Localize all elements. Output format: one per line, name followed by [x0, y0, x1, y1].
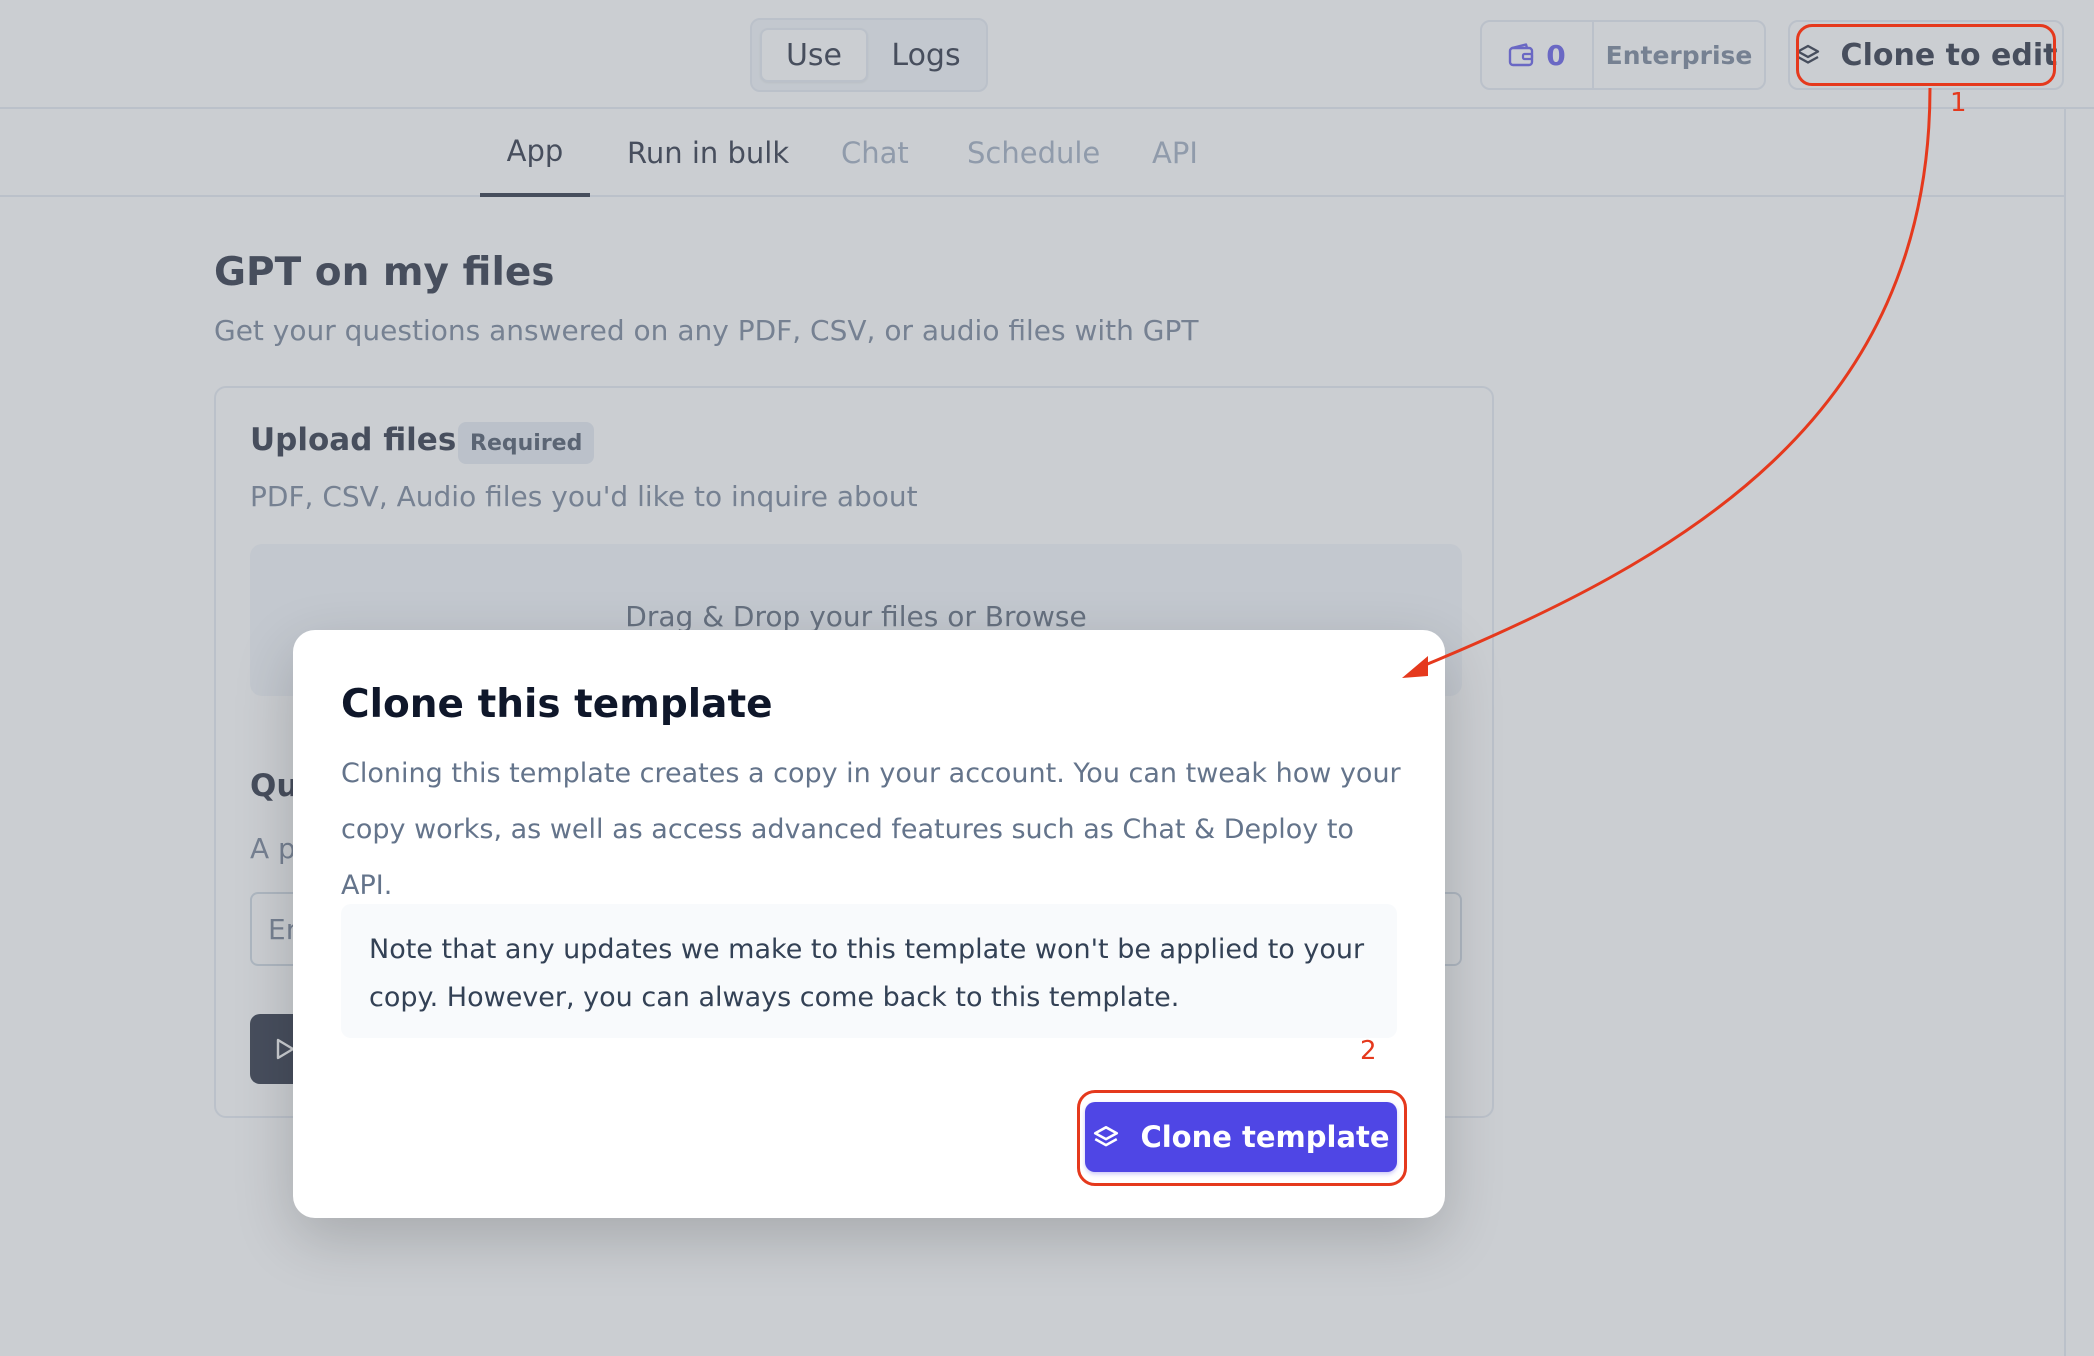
dialog-description: Cloning this template creates a copy in … [341, 758, 1401, 901]
highlight-clone-template [1077, 1090, 1407, 1186]
highlight-clone-to-edit [1796, 24, 2056, 86]
step-marker-2: 2 [1360, 1036, 1377, 1066]
dialog-title: Clone this template [341, 682, 773, 727]
step-marker-1: 1 [1950, 88, 1967, 118]
dialog-note: Note that any updates we make to this te… [341, 904, 1397, 1038]
